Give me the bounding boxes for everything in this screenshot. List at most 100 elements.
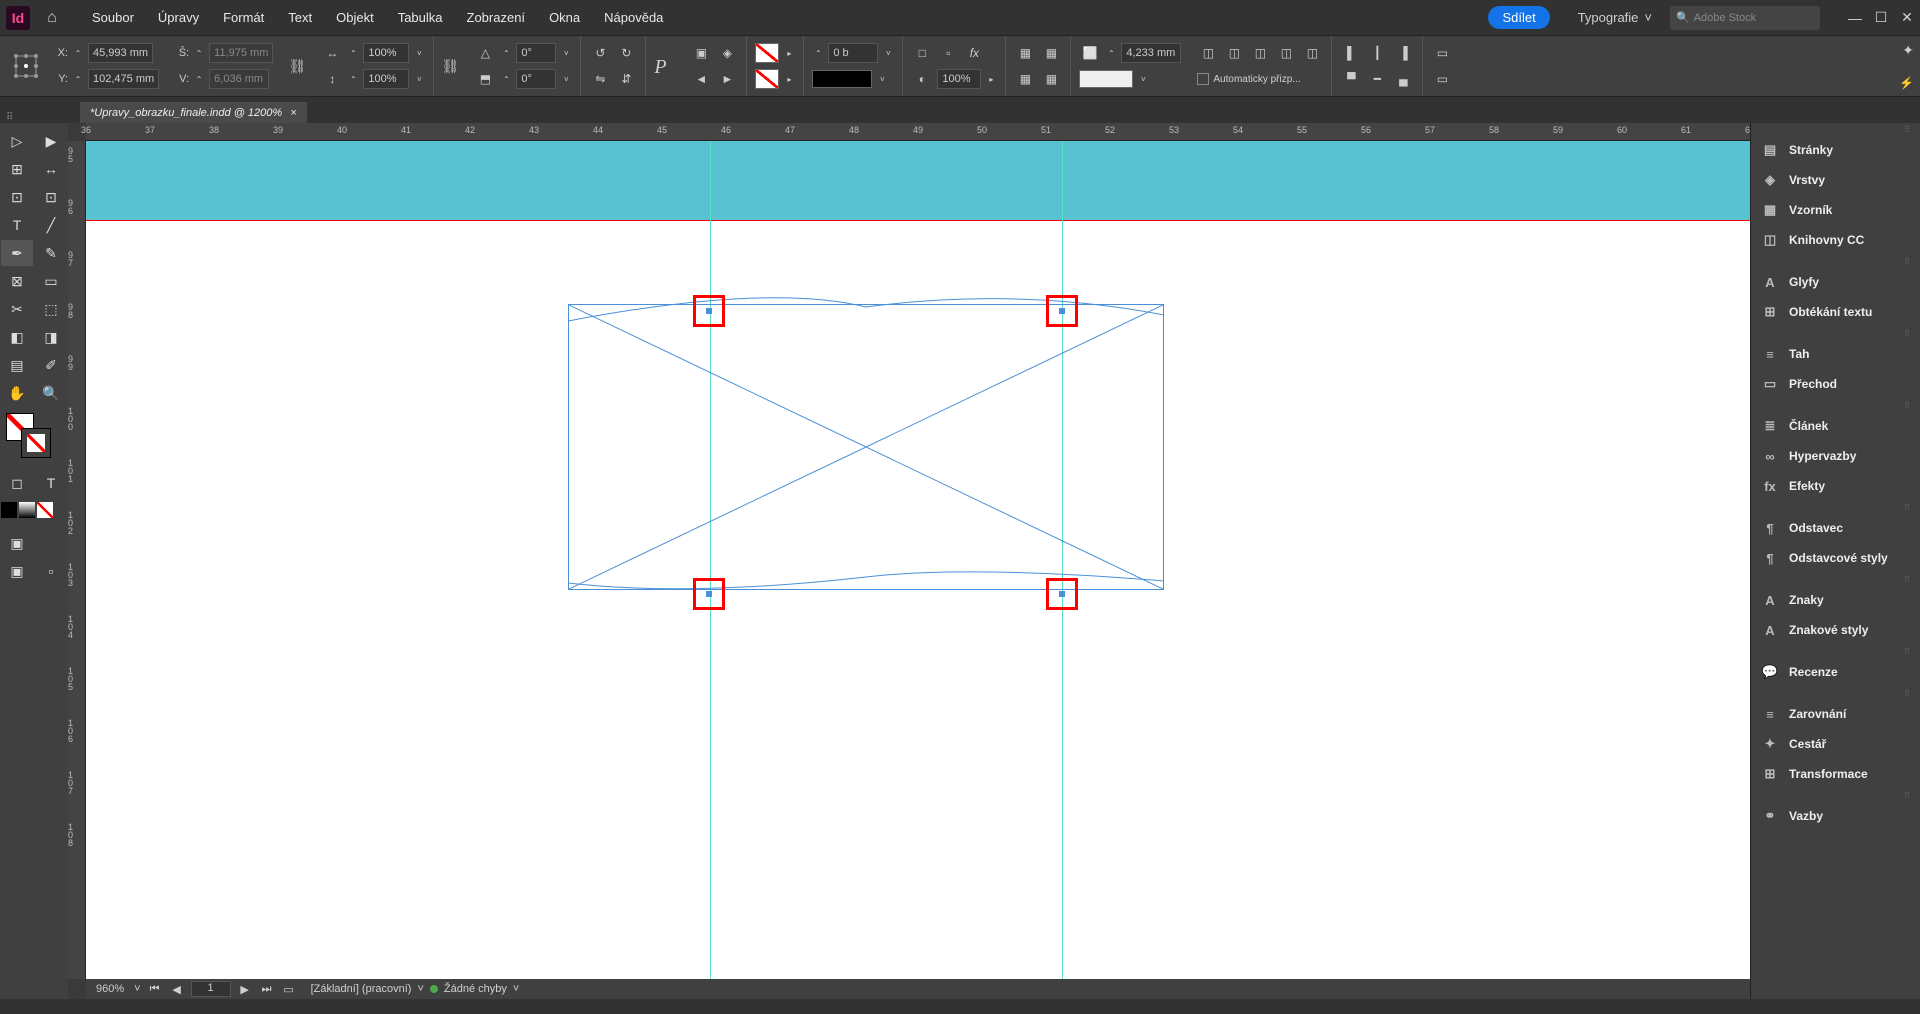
opacity-field[interactable]: 100%	[937, 69, 981, 89]
panel-item-vzorník[interactable]: ▦Vzorník	[1751, 195, 1920, 225]
scale-y-field[interactable]: 100%	[363, 69, 409, 89]
sw-dd2[interactable]: ˅	[882, 49, 894, 58]
gap-tool[interactable]: ↔	[35, 156, 67, 182]
h-dropdown[interactable]: ⌃	[193, 75, 205, 84]
direct-selection-tool[interactable]: ▶	[35, 128, 67, 154]
home-icon[interactable]: ⌂	[40, 6, 64, 30]
x-field[interactable]: 45,993 mm	[88, 43, 153, 63]
stroke-swatch[interactable]	[755, 69, 779, 89]
content-placer-tool[interactable]: ⊡	[35, 184, 67, 210]
content-collector-tool[interactable]: ⊡	[1, 184, 33, 210]
align-right-icon[interactable]: ▐	[1392, 42, 1414, 64]
align-hc-icon[interactable]: ┃	[1366, 42, 1388, 64]
panel-item-glyfy[interactable]: AGlyfy	[1751, 267, 1920, 297]
note-tool[interactable]: ▤	[1, 352, 33, 378]
shear-field[interactable]: 0°	[516, 69, 556, 89]
type-tool[interactable]: T	[1, 212, 33, 238]
panel-item-knihovny-cc[interactable]: ◫Knihovny CC	[1751, 225, 1920, 255]
close-tab-icon[interactable]: ×	[290, 107, 296, 119]
apply-text-icon[interactable]: T	[35, 470, 67, 496]
panel-item-cestář[interactable]: ✦Cestář	[1751, 729, 1920, 759]
sy-dd[interactable]: ˅	[413, 75, 425, 84]
vertical-ruler[interactable]: 9 59 69 79 89 91 0 01 0 11 0 21 0 31 0 4…	[68, 141, 86, 979]
page-field[interactable]: 1	[191, 981, 231, 997]
fit-center-icon[interactable]: ◫	[1301, 42, 1323, 64]
stroke-style[interactable]	[812, 70, 872, 88]
fit-content-icon[interactable]: ◫	[1249, 42, 1271, 64]
zoom-field[interactable]: 960%	[92, 983, 128, 995]
autofit-checkbox[interactable]	[1197, 73, 1209, 85]
rectangle-frame-tool[interactable]: ⊠	[1, 268, 33, 294]
corner-icon[interactable]: ⬜	[1079, 42, 1101, 64]
selection-tool[interactable]: ▷	[1, 128, 33, 154]
select-content-icon[interactable]: ◈	[716, 42, 738, 64]
fx-icon[interactable]: fx	[963, 42, 985, 64]
page-tool[interactable]: ⊞	[1, 156, 33, 182]
panel-item-efekty[interactable]: fxEfekty	[1751, 471, 1920, 501]
apply-none-icon[interactable]	[37, 502, 53, 518]
op-dd[interactable]: ▸	[985, 75, 997, 84]
hand-tool[interactable]: ✋	[1, 380, 33, 406]
last-page-icon[interactable]: ⏭	[259, 983, 275, 996]
sy-dropdown[interactable]: ⌃	[347, 75, 359, 84]
panel-item-tah[interactable]: ≡Tah	[1751, 339, 1920, 369]
panel-item-transformace[interactable]: ⊞Transformace	[1751, 759, 1920, 789]
apply-container-icon[interactable]: ◻	[1, 470, 33, 496]
workspace-switcher[interactable]: Typografie ˅	[1570, 6, 1660, 29]
pen-tool[interactable]: ✒	[1, 240, 33, 266]
effects-icon[interactable]: ▫	[937, 42, 959, 64]
rotate-ccw-icon[interactable]: ↺	[589, 42, 611, 64]
panel-item-obtékání-textu[interactable]: ⊞Obtékání textu	[1751, 297, 1920, 327]
horizontal-ruler[interactable]: 3637383940414243444546474849505152535455…	[86, 123, 1750, 141]
scissors-tool[interactable]: ✂	[1, 296, 33, 322]
menu-text[interactable]: Text	[276, 4, 324, 31]
stroke-weight-field[interactable]: 0 b	[828, 43, 878, 63]
rotate-field[interactable]: 0°	[516, 43, 556, 63]
align-vc-icon[interactable]: ━	[1366, 68, 1388, 90]
sh-dd2[interactable]: ˅	[560, 75, 572, 84]
dist-1-icon[interactable]: ▭	[1431, 42, 1453, 64]
stroke-color-icon[interactable]	[22, 429, 50, 457]
x-dropdown[interactable]: ⌃	[72, 49, 84, 58]
fit-frame-icon[interactable]: ◫	[1275, 42, 1297, 64]
rotate-cw-icon[interactable]: ↻	[615, 42, 637, 64]
gear-icon[interactable]: ✦	[1902, 42, 1914, 59]
screen-mode2-icon[interactable]: ▫	[35, 558, 67, 584]
gradient-swatch-tool[interactable]: ◧	[1, 324, 33, 350]
document-tab[interactable]: *Upravy_obrazku_finale.indd @ 1200% ×	[80, 102, 307, 123]
stroke-dd[interactable]: ▸	[783, 75, 795, 84]
first-page-icon[interactable]: ⏮	[147, 983, 163, 996]
canvas[interactable]	[86, 141, 1750, 979]
panel-item-odstavcové-styly[interactable]: ¶Odstavcové styly	[1751, 543, 1920, 573]
y-field[interactable]: 102,475 mm	[88, 69, 159, 89]
fit-prop-icon[interactable]: ◫	[1223, 42, 1245, 64]
sx-dropdown[interactable]: ⌃	[347, 49, 359, 58]
eyedropper-tool[interactable]: ✐	[35, 352, 67, 378]
menu-object[interactable]: Objekt	[324, 4, 386, 31]
menu-edit[interactable]: Úpravy	[146, 4, 211, 31]
anchor-square[interactable]	[1046, 295, 1078, 327]
gradient-feather-tool[interactable]: ◨	[35, 324, 67, 350]
next-page-icon[interactable]: ▶	[237, 983, 253, 996]
screen-mode-icon[interactable]: ▣	[1, 558, 33, 584]
search-input[interactable]: 🔍 Adobe Stock	[1670, 6, 1820, 30]
anchor-square[interactable]	[693, 578, 725, 610]
panel-item-znaky[interactable]: AZnaky	[1751, 585, 1920, 615]
drop-shadow-icon[interactable]: □	[911, 42, 933, 64]
zoom-tool[interactable]: 🔍	[35, 380, 67, 406]
h-field[interactable]: 6,036 mm	[209, 69, 269, 89]
panel-item-vazby[interactable]: ⚭Vazby	[1751, 801, 1920, 831]
panel-item-recenze[interactable]: 💬Recenze	[1751, 657, 1920, 687]
wrap-shape-icon[interactable]: ▦	[1014, 68, 1036, 90]
rot-dd[interactable]: ⌃	[500, 49, 512, 58]
view-mode-icon[interactable]: ▣	[1, 530, 33, 556]
panel-item-vrstvy[interactable]: ◈Vrstvy	[1751, 165, 1920, 195]
cs-dd[interactable]: ˅	[1137, 75, 1149, 84]
align-left-icon[interactable]: ▌	[1340, 42, 1362, 64]
maximize-button[interactable]: ☐	[1874, 11, 1888, 25]
w-field[interactable]: 11,975 mm	[209, 43, 273, 63]
menu-help[interactable]: Nápověda	[592, 4, 675, 31]
wrap-jump-icon[interactable]: ▦	[1040, 68, 1062, 90]
preflight-profile[interactable]: [Základní] (pracovní)	[311, 983, 412, 995]
panel-item-zarovnání[interactable]: ≡Zarovnání	[1751, 699, 1920, 729]
